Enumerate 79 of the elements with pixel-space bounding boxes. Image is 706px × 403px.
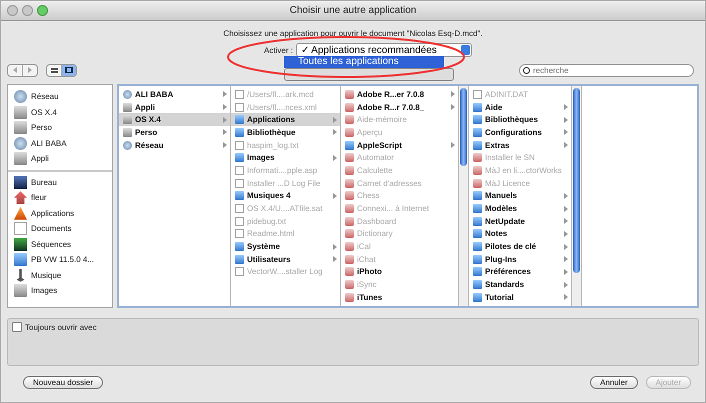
back-forward-control[interactable] bbox=[7, 64, 38, 76]
file-item[interactable]: NetUpdate bbox=[469, 214, 571, 228]
zoom-button[interactable] bbox=[37, 5, 48, 16]
file-item[interactable]: Adobe R...r 7.0.8_ bbox=[341, 100, 458, 114]
sidebar-item[interactable]: Images bbox=[8, 283, 112, 298]
file-item[interactable]: Pilotes de clé bbox=[469, 240, 571, 253]
document-icon bbox=[235, 140, 244, 150]
folder-icon bbox=[14, 253, 27, 266]
sidebar-item[interactable]: Séquences bbox=[8, 236, 112, 252]
file-item[interactable]: Tutorial bbox=[469, 291, 571, 304]
file-item[interactable]: Bibliothèques bbox=[469, 113, 571, 126]
file-item[interactable]: Notes bbox=[469, 228, 571, 240]
file-item[interactable]: Extras bbox=[469, 138, 571, 152]
columns-icon bbox=[65, 67, 73, 73]
folder-icon bbox=[345, 140, 354, 150]
file-item[interactable]: Bibliothèque bbox=[231, 126, 340, 139]
new-folder-button[interactable]: Nouveau dossier bbox=[23, 376, 104, 389]
file-item[interactable]: Perso bbox=[119, 126, 230, 139]
file-item[interactable]: Réseau bbox=[119, 138, 230, 152]
enable-popup[interactable]: ✓ Applications recommandées bbox=[296, 43, 472, 57]
house-icon bbox=[14, 191, 27, 204]
file-item[interactable]: Configurations bbox=[469, 126, 571, 139]
file-item[interactable]: Applications bbox=[231, 113, 340, 126]
globe-icon bbox=[14, 136, 27, 150]
file-item[interactable]: Aide bbox=[469, 100, 571, 114]
drive-icon bbox=[14, 121, 27, 134]
file-item[interactable]: Musiques 4 bbox=[231, 190, 340, 202]
always-open-checkbox[interactable]: Toujours ouvrir avec bbox=[12, 322, 97, 332]
sidebar-item[interactable]: ALI BABA bbox=[8, 136, 112, 151]
dialog-button[interactable]: Annuler bbox=[590, 376, 638, 389]
file-item[interactable]: iPhoto bbox=[341, 266, 458, 278]
document-icon bbox=[235, 267, 244, 276]
view-button[interactable] bbox=[62, 64, 76, 76]
globe-icon bbox=[123, 140, 132, 150]
arrow-icon bbox=[451, 142, 455, 148]
sidebar-item[interactable]: OS X.4 bbox=[8, 104, 112, 120]
scroll-bar[interactable] bbox=[572, 86, 582, 306]
file-item[interactable]: ALI BABA bbox=[119, 88, 230, 101]
drive-icon bbox=[14, 106, 27, 119]
desktop-icon bbox=[14, 176, 27, 189]
menu-item[interactable]: Toutes les applications bbox=[284, 56, 444, 68]
search-icon bbox=[523, 66, 530, 74]
drive-icon bbox=[14, 284, 27, 298]
sidebar-item[interactable]: Musique bbox=[8, 268, 112, 283]
file-item[interactable]: Standards bbox=[469, 278, 571, 291]
enable-label: Activer : bbox=[264, 46, 293, 54]
sidebar-item[interactable]: Réseau bbox=[8, 89, 112, 104]
file-item[interactable]: Modèles bbox=[469, 202, 571, 215]
file-item[interactable]: Plug-Ins bbox=[469, 252, 571, 266]
sidebar-item[interactable]: Documents bbox=[8, 221, 112, 236]
file-item[interactable]: Préférences bbox=[469, 266, 571, 278]
list-icon bbox=[50, 68, 58, 72]
sidebar-item[interactable]: Appli bbox=[8, 151, 112, 166]
file-item[interactable]: iTunes bbox=[341, 291, 458, 304]
file-item[interactable]: Adobe R...er 7.0.8 bbox=[341, 88, 458, 101]
folder-icon bbox=[235, 191, 244, 200]
file-item[interactable]: Utilisateurs bbox=[231, 252, 340, 266]
search-field[interactable]: recherche bbox=[519, 64, 694, 76]
globe-icon bbox=[123, 90, 132, 99]
sidebar-item[interactable]: Perso bbox=[8, 120, 112, 136]
sidebar-item[interactable]: PB VW 11.5.0 4... bbox=[8, 252, 112, 268]
arrow-icon bbox=[333, 192, 337, 199]
file-item[interactable]: AppleScript bbox=[341, 138, 458, 152]
sidebar-item[interactable]: Bureau bbox=[8, 174, 112, 190]
globe-icon bbox=[14, 90, 27, 104]
file-item[interactable]: OS X.4 bbox=[119, 113, 230, 126]
folder-icon bbox=[235, 153, 244, 162]
arrow-icon bbox=[333, 154, 337, 161]
file-item[interactable]: Images bbox=[231, 151, 340, 164]
window-title: Choisir une autre application bbox=[288, 5, 418, 16]
document-icon bbox=[473, 90, 482, 99]
scroll-bar[interactable] bbox=[459, 86, 469, 306]
sidebar-item[interactable]: Applications bbox=[8, 206, 112, 221]
file-item[interactable]: Manuels bbox=[469, 190, 571, 202]
file-item[interactable]: Système bbox=[231, 240, 340, 253]
instruction-text: Choisissez une application pour ouvrir le document "Nicolas Esq-D.mcd". bbox=[223, 29, 483, 38]
sidebar-item[interactable]: fleur bbox=[8, 190, 112, 206]
document-icon bbox=[14, 222, 27, 236]
drive-icon bbox=[14, 152, 27, 166]
